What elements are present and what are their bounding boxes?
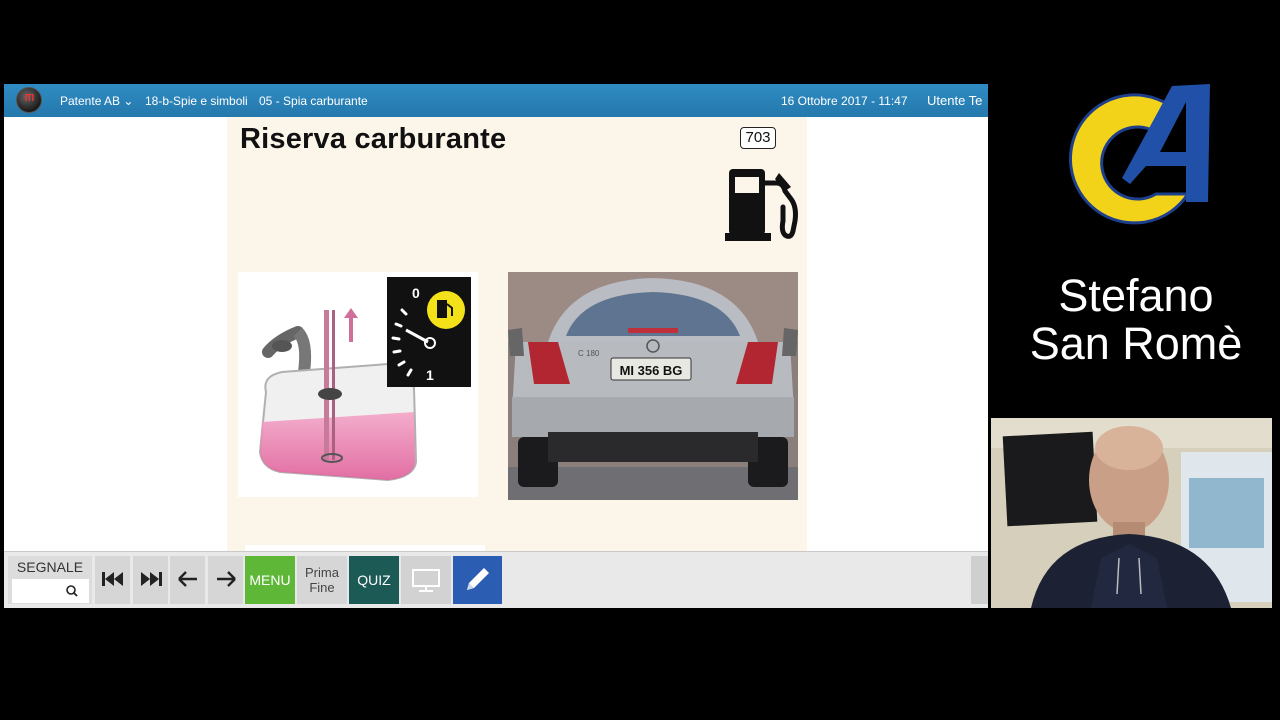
app-window: ITI Patente AB ⌄ 18-b-Spie e simboli 05 … [4, 84, 988, 608]
top-navigation-bar: ITI Patente AB ⌄ 18-b-Spie e simboli 05 … [4, 84, 988, 117]
fuel-pump-icon [725, 169, 798, 241]
breadcrumb-patente[interactable]: Patente AB ⌄ [60, 94, 133, 108]
prima-label: Prima [305, 565, 339, 580]
slide-title: Riserva carburante [240, 123, 507, 155]
prima-fine-button[interactable]: Prima Fine [297, 556, 347, 604]
fine-label: Fine [309, 580, 335, 595]
svg-text:1: 1 [426, 367, 434, 383]
arrow-right-icon [217, 571, 236, 587]
datetime-label: 16 Ottobre 2017 - 11:47 [781, 94, 908, 108]
next-button[interactable] [208, 556, 243, 604]
toolbar-scrollbar[interactable] [971, 556, 988, 604]
first-button[interactable] [95, 556, 130, 604]
monitor-icon [412, 569, 440, 592]
last-button[interactable] [133, 556, 168, 604]
segnale-label: SEGNALE [16, 559, 84, 575]
search-button[interactable] [55, 579, 89, 603]
quiz-button[interactable]: QUIZ [349, 556, 399, 604]
sign-number-badge: 703 [740, 127, 776, 149]
app-logo[interactable]: ITI [16, 87, 42, 113]
arrow-left-icon [178, 571, 197, 587]
segnale-box: SEGNALE [8, 556, 92, 604]
user-label[interactable]: Utente Te [927, 93, 982, 108]
presenter-webcam [991, 418, 1272, 608]
screen-button[interactable] [401, 556, 451, 604]
presenter-name: Stefano San Romè [1029, 270, 1243, 369]
pencil-icon [467, 568, 489, 590]
svg-text:C 180: C 180 [578, 349, 600, 358]
edit-button[interactable] [453, 556, 502, 604]
search-icon [66, 585, 78, 597]
svg-text:0: 0 [412, 285, 420, 301]
channel-logo [1069, 84, 1210, 225]
fuel-tank-illustration: 0 1 [238, 272, 478, 497]
skip-forward-icon [141, 572, 162, 586]
previous-button[interactable] [170, 556, 205, 604]
car-rear-photo: MI 356 BG C 180 [508, 272, 798, 500]
menu-button[interactable]: MENU [245, 556, 295, 604]
breadcrumb-lesson[interactable]: 05 - Spia carburante [259, 94, 368, 108]
breadcrumb-chapter[interactable]: 18-b-Spie e simboli [145, 94, 248, 108]
bottom-toolbar: SEGNALE MENU Prima Fine QUIZ [4, 551, 988, 608]
lesson-slide: Riserva carburante 703 0 1 MI 356 BG C 1… [227, 117, 807, 553]
skip-back-icon [102, 572, 123, 586]
segnale-input[interactable] [12, 579, 56, 603]
svg-text:MI 356 BG: MI 356 BG [620, 363, 683, 378]
